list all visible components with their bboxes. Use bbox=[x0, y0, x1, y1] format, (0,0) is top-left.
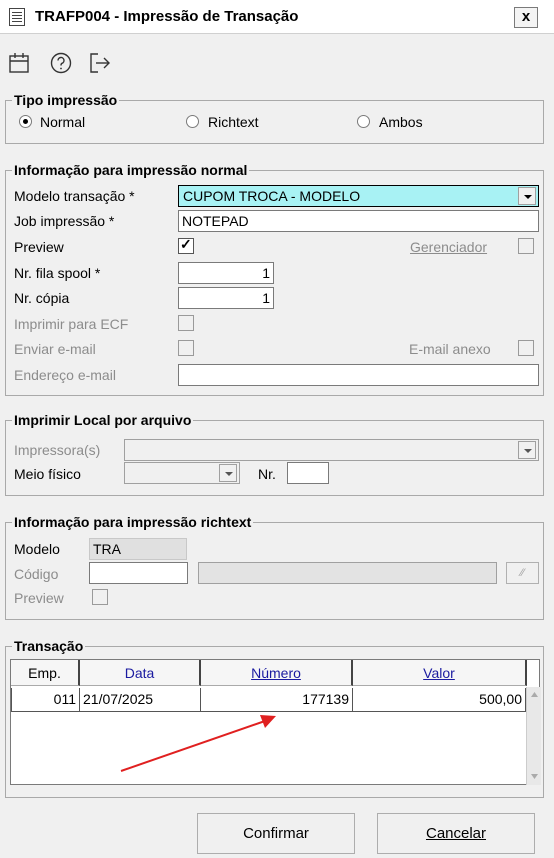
tipo-impressao-legend: Tipo impressão bbox=[12, 91, 120, 109]
endereco-email-label: Endereço e-mail bbox=[14, 367, 116, 383]
nr-copia-label: Nr. cópia bbox=[14, 290, 70, 306]
window-title: TRAFP004 - Impressão de Transação bbox=[35, 8, 299, 25]
imprimir-ecf-label: Imprimir para ECF bbox=[14, 316, 129, 332]
cell-valor[interactable]: 500,00 bbox=[353, 688, 526, 712]
normal-print-legend: Informação para impressão normal bbox=[12, 161, 250, 179]
fila-spool-label: Nr. fila spool * bbox=[14, 265, 101, 281]
scroll-down-icon[interactable] bbox=[527, 769, 542, 784]
codigo-field[interactable] bbox=[89, 562, 188, 584]
confirmar-label: Confirmar bbox=[243, 825, 309, 842]
preview-label: Preview bbox=[14, 239, 64, 255]
endereco-email-field[interactable] bbox=[178, 364, 539, 386]
column-header-emp[interactable]: Emp. bbox=[11, 660, 80, 686]
cancelar-label: Cancelar bbox=[425, 825, 487, 842]
close-button[interactable]: x bbox=[514, 7, 538, 28]
modelo-dropdown-button[interactable] bbox=[518, 187, 536, 205]
enviar-email-label: Enviar e-mail bbox=[14, 341, 96, 357]
cell-emp[interactable]: 011 bbox=[11, 688, 80, 712]
radio-normal[interactable] bbox=[19, 115, 32, 128]
cell-data[interactable]: 21/07/2025 bbox=[80, 688, 201, 712]
impressoras-dropdown-button[interactable] bbox=[518, 441, 536, 459]
tipo-impressao-group: Tipo impressão Normal Richtext Ambos bbox=[5, 91, 544, 144]
calendar-icon[interactable] bbox=[7, 51, 31, 75]
email-anexo-label: E-mail anexo bbox=[409, 341, 491, 357]
local-print-legend: Imprimir Local por arquivo bbox=[12, 411, 194, 429]
fila-spool-field[interactable]: 1 bbox=[178, 262, 274, 284]
transacao-legend: Transação bbox=[12, 637, 86, 655]
radio-richtext-label[interactable]: Richtext bbox=[208, 113, 259, 131]
codigo-label: Código bbox=[14, 566, 59, 582]
transacao-grid: Emp. Data Número Valor 011 21/07/2025 17… bbox=[10, 659, 541, 785]
impressoras-select[interactable] bbox=[124, 439, 539, 461]
column-header-valor[interactable]: Valor bbox=[353, 660, 527, 686]
scroll-up-icon[interactable] bbox=[527, 687, 542, 702]
column-header-numero[interactable]: Número bbox=[201, 660, 353, 686]
nr-label: Nr. bbox=[258, 466, 276, 482]
modelo-transacao-select[interactable]: CUPOM TROCA - MODELO bbox=[178, 185, 539, 207]
radio-normal-label[interactable]: Normal bbox=[40, 113, 85, 131]
grid-scrollbar[interactable] bbox=[526, 687, 541, 785]
column-header-data[interactable]: Data bbox=[80, 660, 201, 686]
impressoras-label: Impressora(s) bbox=[14, 442, 101, 458]
cell-numero[interactable]: 177139 bbox=[201, 688, 353, 712]
exit-icon[interactable] bbox=[88, 51, 112, 75]
modelo-label: Modelo bbox=[14, 541, 60, 557]
modelo-transacao-label: Modelo transação * bbox=[14, 188, 135, 204]
radio-richtext[interactable] bbox=[186, 115, 199, 128]
codigo-lookup-button[interactable]: ⁄⁄ bbox=[506, 562, 539, 584]
confirmar-button[interactable]: Confirmar bbox=[197, 813, 355, 854]
radio-ambos-label[interactable]: Ambos bbox=[379, 113, 423, 131]
enviar-email-checkbox[interactable] bbox=[178, 340, 194, 356]
richtext-print-legend: Informação para impressão richtext bbox=[12, 513, 254, 531]
richtext-preview-checkbox[interactable] bbox=[92, 589, 108, 605]
email-anexo-checkbox[interactable] bbox=[518, 340, 534, 356]
meio-fisico-dropdown-button[interactable] bbox=[219, 464, 237, 482]
help-icon[interactable] bbox=[49, 51, 73, 75]
document-icon bbox=[9, 8, 25, 26]
nr-field[interactable] bbox=[287, 462, 329, 484]
preview-checkbox[interactable] bbox=[178, 236, 194, 254]
job-impressao-field[interactable]: NOTEPAD bbox=[178, 210, 539, 232]
gerenciador-label: Gerenciador bbox=[410, 239, 488, 255]
modelo-field: TRA bbox=[89, 538, 187, 560]
local-print-group: Imprimir Local por arquivo Impressora(s)… bbox=[5, 411, 544, 496]
meio-fisico-label: Meio físico bbox=[14, 466, 81, 482]
radio-ambos[interactable] bbox=[357, 115, 370, 128]
richtext-print-group: Informação para impressão richtext Model… bbox=[5, 513, 544, 620]
job-impressao-label: Job impressão * bbox=[14, 213, 115, 229]
title-bar: TRAFP004 - Impressão de Transação x bbox=[0, 0, 554, 34]
codigo-description-field bbox=[198, 562, 497, 584]
gerenciador-checkbox[interactable] bbox=[518, 238, 534, 254]
richtext-preview-label: Preview bbox=[14, 590, 64, 606]
cancelar-button[interactable]: Cancelar bbox=[377, 813, 535, 854]
normal-print-group: Informação para impressão normal Modelo … bbox=[5, 161, 544, 396]
imprimir-ecf-checkbox[interactable] bbox=[178, 315, 194, 331]
nr-copia-field[interactable]: 1 bbox=[178, 287, 274, 309]
